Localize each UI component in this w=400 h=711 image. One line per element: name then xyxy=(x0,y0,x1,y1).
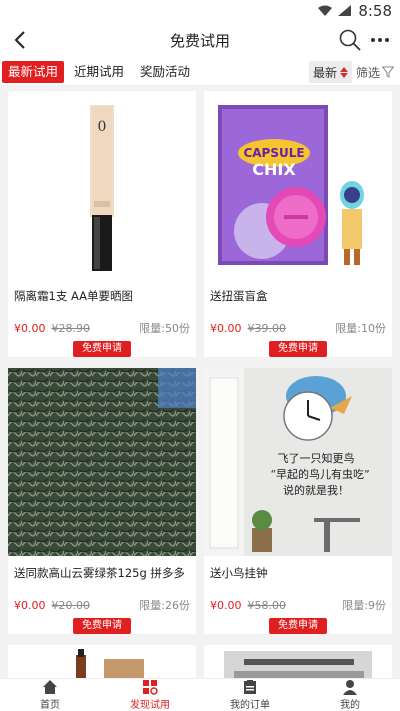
svg-text:0: 0 xyxy=(98,119,107,135)
discover-icon xyxy=(143,680,158,695)
price: ¥0.00 xyxy=(210,321,242,335)
nav-discover-label: 发现试用 xyxy=(130,700,170,711)
product-card[interactable]: 飞了一只知更鸟 “早起的鸟儿有虫吃” 说的就是我！ 送小鸟挂钟 ¥0.00 ¥5… xyxy=(204,368,392,634)
more-button[interactable] xyxy=(368,28,392,52)
limit-count: 限量:10份 xyxy=(335,322,386,335)
nav-discover[interactable]: 发现试用 xyxy=(100,679,200,711)
tab-bar: 最新试用 近期试用 奖励活动 最新 筛选 xyxy=(0,58,400,86)
product-image-concealer: 0 xyxy=(8,91,196,279)
tab-latest[interactable]: 最新试用 xyxy=(2,60,65,83)
product-image-blindbox: CAPSULE CHIX xyxy=(204,91,392,279)
apply-button[interactable]: 免费申请 xyxy=(73,618,131,634)
bottom-nav: 首页 发现试用 我的订单 我的 xyxy=(0,678,400,711)
limit-count: 限量:9份 xyxy=(342,599,386,612)
sort-label: 最新 xyxy=(312,65,337,80)
product-name: 送同款高山云雾绿茶125g 拼多多 xyxy=(14,566,185,580)
product-image-partial xyxy=(8,645,196,678)
filter-button[interactable]: 筛选 xyxy=(356,61,394,83)
product-name: 送扭蛋盲盒 xyxy=(210,289,268,303)
top-bar: 免费试用 xyxy=(0,22,400,58)
apply-button[interactable]: 免费申请 xyxy=(269,341,327,357)
product-card[interactable]: 送同款高山云雾绿茶125g 拼多多 ¥0.00 ¥20.00 限量:26份 免费… xyxy=(8,368,196,634)
original-price: ¥28.90 xyxy=(51,321,91,335)
nav-orders[interactable]: 我的订单 xyxy=(200,679,300,711)
more-dot-icon xyxy=(371,38,375,42)
product-grid: 0 隔离霜1支 AA单要晒图 ¥0.00 ¥28.90 限量:50份 免费申请 … xyxy=(0,88,400,678)
more-dot-icon xyxy=(385,38,389,42)
more-dot-icon xyxy=(378,38,382,42)
nav-profile[interactable]: 我的 xyxy=(300,679,400,711)
status-time: 8:58 xyxy=(358,2,392,20)
search-icon xyxy=(339,29,361,51)
order-icon xyxy=(244,680,256,694)
original-price: ¥20.00 xyxy=(51,598,91,612)
search-button[interactable] xyxy=(338,28,362,52)
nav-profile-label: 我的 xyxy=(340,700,360,711)
nav-home-label: 首页 xyxy=(40,700,60,711)
funnel-icon xyxy=(382,66,394,78)
profile-icon xyxy=(343,680,357,695)
nav-orders-label: 我的订单 xyxy=(230,700,270,711)
price: ¥0.00 xyxy=(14,321,46,335)
limit-count: 限量:26份 xyxy=(139,599,190,612)
original-price: ¥58.00 xyxy=(247,598,287,612)
apply-button[interactable]: 免费申请 xyxy=(73,341,131,357)
limit-count: 限量:50份 xyxy=(139,322,190,335)
chevron-left-icon xyxy=(14,31,25,49)
product-card[interactable]: 0 隔离霜1支 AA单要晒图 ¥0.00 ¥28.90 限量:50份 免费申请 xyxy=(8,91,196,357)
product-image-partial xyxy=(204,645,392,678)
status-bar: 8:58 xyxy=(0,0,400,22)
wifi-icon xyxy=(318,5,333,16)
clock-caption-line: “早起的鸟儿有虫吃” xyxy=(270,467,369,481)
product-name: 送小鸟挂钟 xyxy=(210,566,268,580)
clock-caption-line: 说的就是我！ xyxy=(283,483,349,497)
svg-text:CHIX: CHIX xyxy=(252,160,296,179)
product-image-birdclock: 飞了一只知更鸟 “早起的鸟儿有虫吃” 说的就是我！ xyxy=(204,368,392,556)
apply-button[interactable]: 免费申请 xyxy=(269,618,327,634)
sort-arrows-icon xyxy=(340,66,348,78)
home-icon xyxy=(43,680,57,694)
price: ¥0.00 xyxy=(210,598,242,612)
original-price: ¥39.00 xyxy=(247,321,287,335)
back-button[interactable] xyxy=(8,28,32,52)
product-card[interactable]: CAPSULE CHIX 送扭蛋盲盒 ¥0.00 ¥39.00 限量:10份 免… xyxy=(204,91,392,357)
price: ¥0.00 xyxy=(14,598,46,612)
product-card[interactable] xyxy=(204,645,392,678)
product-name: 隔离霜1支 AA单要晒图 xyxy=(14,289,134,303)
battery-icon xyxy=(338,5,352,16)
product-image-greentea xyxy=(8,368,196,556)
product-card[interactable] xyxy=(8,645,196,678)
nav-home[interactable]: 首页 xyxy=(0,679,100,711)
tab-recent[interactable]: 近期试用 xyxy=(68,61,130,83)
sort-button[interactable]: 最新 xyxy=(308,61,352,83)
tab-rewards[interactable]: 奖励活动 xyxy=(134,61,196,83)
filter-label: 筛选 xyxy=(355,65,380,80)
svg-text:CAPSULE: CAPSULE xyxy=(243,146,304,160)
clock-caption-line: 飞了一只知更鸟 xyxy=(278,451,355,465)
